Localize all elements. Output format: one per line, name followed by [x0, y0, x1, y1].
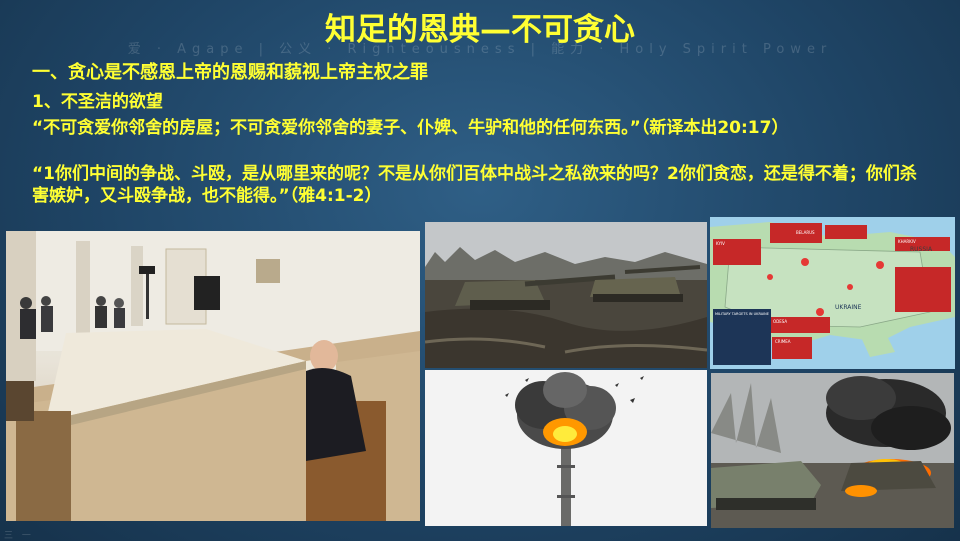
map-label-russia: RUSSIA	[910, 246, 933, 253]
section-heading: 一、贪心是不感恩上帝的恩赐和藐视上帝主权之罪	[32, 62, 428, 83]
scripture-quote-james: “1你们中间的争战、斗殴，是从哪里来的呢？不是从你们百体中战斗之私欲来的吗？2你…	[32, 164, 917, 206]
artillery-illustration	[425, 222, 707, 368]
ukraine-map-illustration: BELARUS RUSSIA UKRAINE KYIV KHARKIV ODES…	[710, 217, 955, 369]
explosion-illustration	[425, 370, 707, 526]
map-label-kyiv: KYIV	[716, 241, 725, 246]
subsection-heading: 1、不圣洁的欲望	[32, 92, 163, 112]
photo-ukraine-map: BELARUS RUSSIA UKRAINE KYIV KHARKIV ODES…	[710, 217, 955, 369]
map-legend-title: MILITARY TARGETS IN UKRAINE	[715, 312, 769, 316]
burning-vehicles-illustration	[711, 373, 954, 528]
photo-artillery-field	[425, 222, 707, 368]
scripture-quote-exodus: “不可贪爱你邻舍的房屋；不可贪爱你邻舍的妻子、仆婢、牛驴和他的任何东西。”（新译…	[32, 118, 789, 138]
slide-title: 知足的恩典—不可贪心	[325, 12, 635, 48]
map-label-crimea: CRIMEA	[775, 339, 791, 344]
conference-table-illustration	[6, 231, 420, 521]
map-label-ukraine: UKRAINE	[835, 304, 862, 311]
photo-tower-explosion	[425, 370, 707, 526]
map-label-belarus: BELARUS	[796, 230, 815, 235]
map-label-kharkiv: KHARKIV	[898, 239, 916, 244]
photo-burning-vehicles	[711, 373, 954, 528]
footer-watermark: 三 一	[4, 531, 34, 541]
map-label-odesa: ODESA	[773, 319, 787, 324]
photo-conference-table	[6, 231, 420, 521]
